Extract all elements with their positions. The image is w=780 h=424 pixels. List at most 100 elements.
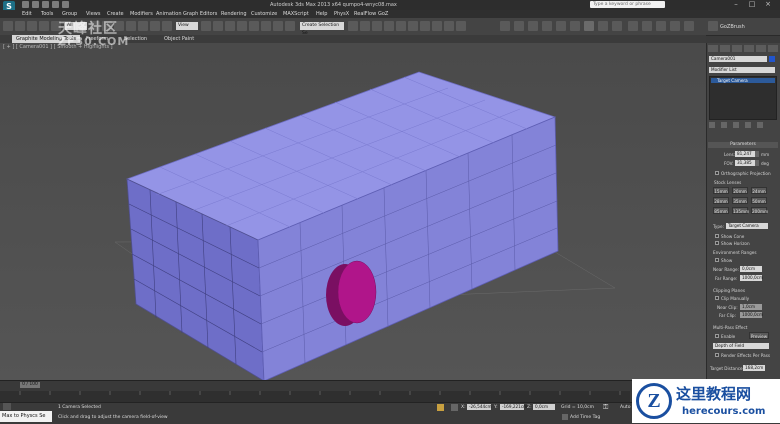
display-tab-icon[interactable] [756,45,766,52]
spinner-snap-icon[interactable] [273,21,283,31]
particle-icon[interactable] [656,21,666,31]
cylinder-cap[interactable] [337,260,377,324]
camera-viewport[interactable]: [ + ] [ Camera001 ] [ Smooth + Highlight… [0,43,706,380]
undo-tool-icon[interactable] [3,21,13,31]
utilities-tab-icon[interactable] [768,45,778,52]
menu-animation[interactable]: Animation [156,11,182,17]
near-range-spinner[interactable]: 0,0cm [740,266,762,272]
selection-lock-icon[interactable] [437,404,444,411]
graphite-toggle-icon[interactable] [384,21,394,31]
x-coordinate-field[interactable]: -26,544cm [467,404,492,410]
maxscript-listener-input[interactable]: Max to Physcs Se [0,411,52,422]
stack-item-target-camera[interactable]: Target Camera [711,78,775,83]
modifier-list-dropdown[interactable]: Modifier List [709,67,775,73]
menu-goz[interactable]: GoZ [378,11,388,17]
scale-icon[interactable] [162,21,172,31]
lens-50mm-button[interactable]: 50mm [751,197,767,204]
z-coordinate-field[interactable]: 0,0cm [533,404,555,410]
play-icon[interactable] [584,21,594,31]
physx-reset-icon[interactable] [542,21,552,31]
redo-tool-icon[interactable] [15,21,25,31]
search-input[interactable]: Type a keyword or phrase [590,1,665,8]
camera-type-dropdown[interactable]: Target Camera [726,223,768,229]
menu-realflow[interactable]: RealFlow [354,11,376,17]
lens-spinner-arrows[interactable] [755,151,759,157]
angle-snap-icon[interactable] [249,21,259,31]
rendered-frame-window-icon[interactable] [444,21,454,31]
create-tab-icon[interactable] [708,45,718,52]
physx-icon[interactable] [514,21,524,31]
realflow-icon[interactable] [500,21,510,31]
time-slider-handle[interactable]: 0 / 100 [20,382,40,388]
menu-customize[interactable]: Customize [251,11,277,17]
next-frame-icon[interactable] [598,21,608,31]
y-coordinate-field[interactable]: -169,221cm [500,404,527,410]
remove-modifier-icon[interactable] [745,122,751,128]
named-selection-sets-dropdown[interactable]: Create Selection Se [300,22,344,36]
snaps-toggle-icon[interactable] [237,21,247,31]
clip-manually-checkbox[interactable] [715,296,719,300]
show-cone-checkbox[interactable] [715,234,719,238]
previous-frame-icon[interactable] [570,21,580,31]
move-icon[interactable] [138,21,148,31]
lens-20mm-button[interactable]: 20mm [732,187,748,194]
pivot-point-icon[interactable] [201,21,211,31]
tab-object-paint[interactable]: Object Paint [160,35,198,43]
mirror-icon[interactable] [348,21,358,31]
reference-coordinate-dropdown[interactable]: View [176,22,198,30]
time-tag-icon[interactable] [562,414,568,420]
redo-icon[interactable] [62,1,69,8]
modify-tab-icon[interactable] [720,45,730,52]
fov-spinner[interactable]: 31,385 [735,160,755,166]
env-show-checkbox[interactable] [715,258,719,262]
keyboard-shortcut-icon[interactable] [225,21,235,31]
mass-fx-icon[interactable] [684,21,694,31]
lens-85mm-button[interactable]: 85mm [713,207,729,214]
go-to-end-icon[interactable] [612,21,622,31]
schematic-view-icon[interactable] [408,21,418,31]
menu-rendering[interactable]: Rendering [221,11,247,17]
render-setup-icon[interactable] [432,21,442,31]
render-production-icon[interactable] [456,21,466,31]
select-manipulate-icon[interactable] [213,21,223,31]
motion-tab-icon[interactable] [744,45,754,52]
menu-edit[interactable]: Edit [22,11,32,17]
gozbrush-icon[interactable] [708,21,718,31]
lens-15mm-button[interactable]: 15mm [713,187,729,194]
multipass-effect-dropdown[interactable]: Depth of Field [713,343,769,349]
track-bar[interactable] [0,391,630,402]
menu-physx[interactable]: PhysX [334,11,349,17]
configure-sets-icon[interactable] [757,122,763,128]
orthographic-checkbox[interactable] [715,171,719,175]
new-file-icon[interactable] [22,1,29,8]
unlink-icon[interactable] [39,21,49,31]
key-icon[interactable]: ⚿ [603,404,613,411]
preview-button[interactable]: Preview [749,332,769,339]
cloth-icon[interactable] [628,21,638,31]
menu-create[interactable]: Create [107,11,124,17]
target-distance-spinner[interactable]: 168,2cm [743,365,765,371]
close-icon[interactable]: × [762,0,774,9]
physx-sim-icon[interactable] [528,21,538,31]
lens-24mm-button[interactable]: 24mm [751,187,767,194]
far-clip-spinner[interactable]: 1000,0cm [740,312,763,318]
material-editor-icon[interactable] [420,21,430,31]
hair-icon[interactable] [642,21,652,31]
link-icon[interactable] [27,21,37,31]
menu-graph-editors[interactable]: Graph Editors [183,11,217,17]
edit-named-selection-icon[interactable] [285,21,295,31]
modifier-stack[interactable]: Target Camera [709,76,777,120]
minimize-icon[interactable]: – [730,0,742,9]
multipass-enable-checkbox[interactable] [715,334,719,338]
go-to-start-icon[interactable] [556,21,566,31]
menu-tools[interactable]: Tools [41,11,53,17]
time-slider-track[interactable] [0,380,706,391]
lens-spinner[interactable]: 81,247 [735,151,755,157]
cylinder-object[interactable] [326,260,377,326]
menu-maxscript[interactable]: MAXScript [283,11,309,17]
parameters-rollout[interactable]: Parameters [708,142,778,148]
undo-icon[interactable] [52,1,59,8]
add-time-tag[interactable]: Add Time Tag [570,415,600,420]
far-range-spinner[interactable]: 1000,0cm [740,275,763,281]
layer-manager-icon[interactable] [372,21,382,31]
